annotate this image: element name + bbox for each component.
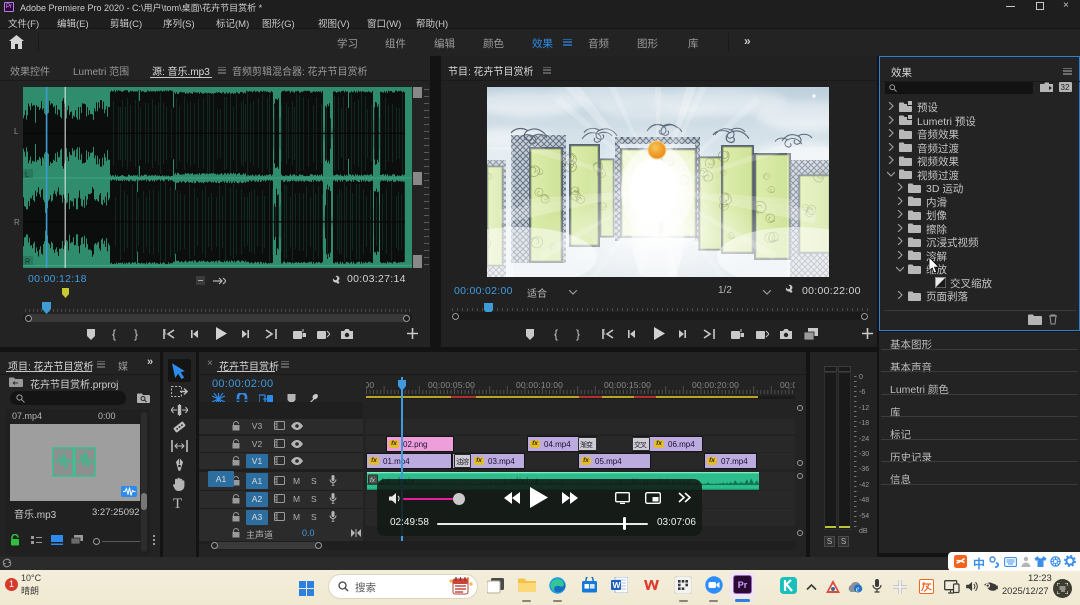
svg-text:T: T (173, 496, 182, 510)
svg-text:32: 32 (1061, 83, 1070, 92)
svg-text:{: { (603, 329, 606, 335)
svg-text:L: L (25, 172, 29, 179)
svg-text:{: { (164, 329, 167, 335)
svg-text:R: R (25, 259, 30, 266)
svg-text:e: e (856, 585, 860, 594)
svg-text:fx: fx (370, 477, 376, 484)
svg-text:W: W (613, 580, 622, 590)
